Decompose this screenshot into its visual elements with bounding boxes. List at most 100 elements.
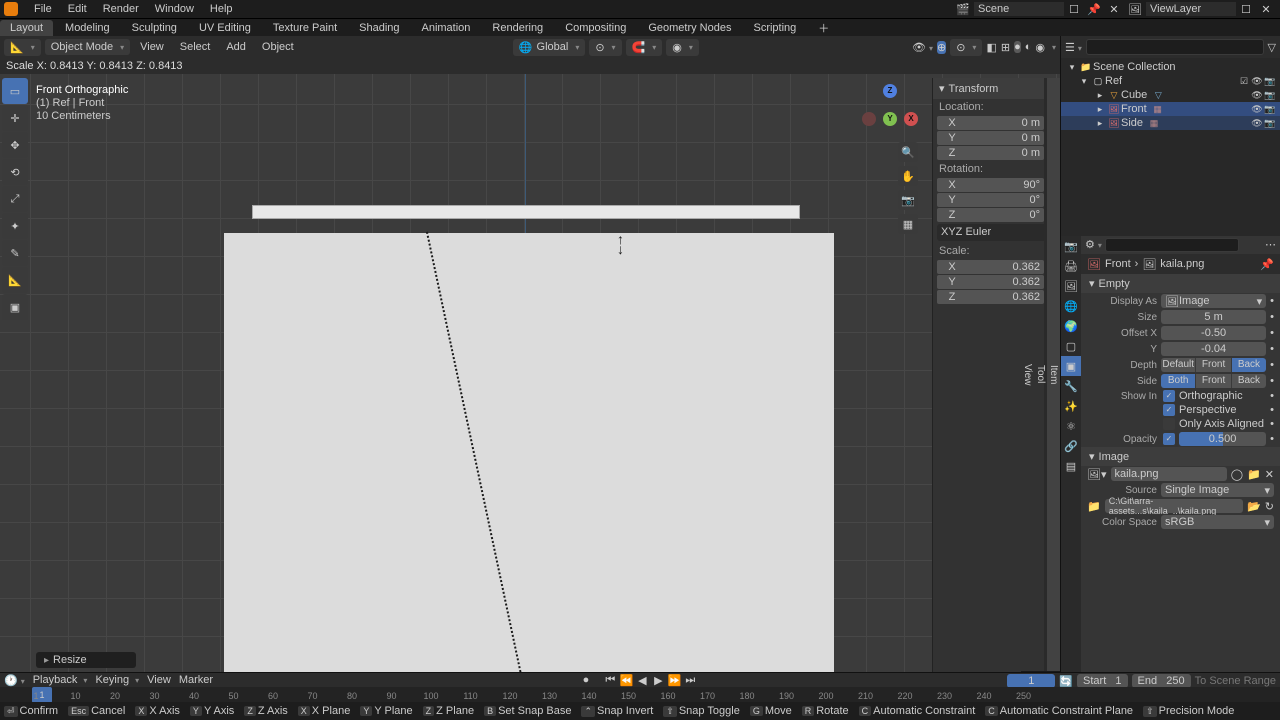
tool-scale[interactable]: ⤢ [2,186,28,212]
viewlayer-name-input[interactable] [1146,2,1236,16]
perspective-toggle-button[interactable]: ▦ [898,214,918,234]
current-frame-field[interactable]: 1 [1007,674,1055,688]
pin-icon[interactable]: 📌 [1260,258,1274,271]
outliner-search-input[interactable] [1086,39,1264,55]
checkbox-icon[interactable]: ☑ [1238,76,1250,87]
navigation-gizmo[interactable]: Z X Y [862,84,918,140]
tool-measure[interactable]: 📐 [2,267,28,293]
xray-button[interactable]: ◧ [986,41,996,54]
show-perspective-checkbox[interactable]: ✓Perspective [1161,404,1236,416]
jump-end-button[interactable]: ⏭ [683,674,697,686]
prop-tab-scene[interactable]: 🌐 [1061,296,1081,316]
side-both-button[interactable]: Both [1161,374,1196,388]
vp-menu-select[interactable]: Select [174,41,217,53]
tab-rendering[interactable]: Rendering [482,20,553,36]
prop-tab-physics[interactable]: ⚛ [1061,416,1081,436]
n-tab-item[interactable]: Item [1047,78,1060,672]
reload-button[interactable]: ↻ [1265,500,1274,513]
shading-solid-button[interactable]: ● [1014,41,1021,53]
timeline-playback-menu[interactable]: Playback [33,674,88,686]
n-tab-view[interactable]: View [1021,78,1034,672]
gizmo-y-axis[interactable]: Y [883,112,897,126]
source-dropdown[interactable]: Single Image▾ [1161,483,1274,497]
render-icon[interactable]: 📷 [1264,104,1276,115]
n-tab-tool[interactable]: Tool [1034,78,1047,672]
open-image-button[interactable]: 📁 [1247,468,1261,481]
shading-matprev-button[interactable]: ◐ [1025,41,1032,53]
side-front-button[interactable]: Front [1196,374,1231,388]
scene-new-button[interactable]: ☐ [1065,0,1083,18]
menu-window[interactable]: Window [147,3,202,15]
gizmo-neg-x-axis[interactable] [862,112,876,126]
tool-move[interactable]: ✥ [2,132,28,158]
tab-sculpting[interactable]: Sculpting [122,20,187,36]
outliner-row-collection[interactable]: ▾▢Ref☑👁📷 [1061,74,1280,88]
prop-tab-output[interactable]: 🖨 [1061,256,1081,276]
depth-front-button[interactable]: Front [1196,358,1231,372]
play-reverse-button[interactable]: ◀ [635,674,649,686]
tool-transform[interactable]: ✦ [2,213,28,239]
proportional-dropdown[interactable]: ◉ [666,39,699,56]
editor-type-dropdown[interactable]: 📐 [4,39,41,56]
zoom-button[interactable]: 🔍 [898,142,918,162]
tab-scripting[interactable]: Scripting [743,20,806,36]
prop-tab-world[interactable]: 🌍 [1061,316,1081,336]
prop-tab-object[interactable]: ▣ [1061,356,1081,376]
prop-tab-render[interactable]: 📷 [1061,236,1081,256]
prop-tab-collection[interactable]: ▢ [1061,336,1081,356]
render-icon[interactable]: 📷 [1264,118,1276,129]
show-gizmo-button[interactable]: 👁 [912,41,933,54]
menu-edit[interactable]: Edit [60,3,95,15]
tool-select-box[interactable]: ▭ [2,78,28,104]
outliner-row-scene-collection[interactable]: ▾📁Scene Collection [1061,60,1280,74]
depth-default-button[interactable]: Default [1161,358,1196,372]
image-name-field[interactable]: kaila.png [1111,467,1227,481]
vp-menu-view[interactable]: View [134,41,170,53]
tool-annotate[interactable]: ✎ [2,240,28,266]
jump-start-button[interactable]: ⏮ [603,674,617,686]
offset-x-field[interactable]: -0.50 [1161,326,1266,340]
timeline-marker-menu[interactable]: Marker [179,674,213,686]
fake-user-button[interactable]: ◯ [1231,468,1243,481]
vp-menu-object[interactable]: Object [256,41,300,53]
outliner-row-front[interactable]: ▸🖼Front▦👁📷 [1061,102,1280,116]
tab-texture-paint[interactable]: Texture Paint [263,20,347,36]
prop-tab-particles[interactable]: ✨ [1061,396,1081,416]
tab-add-workspace[interactable]: ＋ [808,18,839,38]
pan-button[interactable]: ✋ [898,166,918,186]
unlink-image-button[interactable]: ✕ [1265,468,1274,481]
opacity-enable-checkbox[interactable]: ✓ [1163,433,1175,445]
tab-layout[interactable]: Layout [0,20,53,36]
timeline-editor-icon[interactable]: 🕐 [4,674,25,687]
render-icon[interactable]: 📷 [1264,76,1276,87]
vp-menu-add[interactable]: Add [220,41,252,53]
properties-options-icon[interactable]: ⋯ [1265,238,1276,251]
jump-prev-key-button[interactable]: ⏪ [619,674,633,686]
render-icon[interactable]: 📷 [1264,90,1276,101]
prop-tab-constraints[interactable]: 🔗 [1061,436,1081,456]
colorspace-dropdown[interactable]: sRGB▾ [1161,515,1274,529]
tab-geometry-nodes[interactable]: Geometry Nodes [638,20,741,36]
shading-wireframe-button[interactable]: ⊞ [1001,41,1010,54]
tab-shading[interactable]: Shading [349,20,409,36]
display-as-dropdown[interactable]: 🖼 Image▾ [1161,294,1266,308]
to-scene-range-button[interactable]: To Scene Range [1195,675,1276,687]
overlay-dropdown[interactable]: ⊙ [950,39,982,56]
tool-rotate[interactable]: ⟲ [2,159,28,185]
menu-render[interactable]: Render [95,3,147,15]
tab-compositing[interactable]: Compositing [555,20,636,36]
timeline-view-menu[interactable]: View [147,674,171,686]
orientation-dropdown[interactable]: 🌐 Global [513,39,586,56]
scene-name-input[interactable] [974,2,1064,16]
tab-uv-editing[interactable]: UV Editing [189,20,261,36]
only-axis-aligned-checkbox[interactable]: Only Axis Aligned [1161,418,1264,430]
timeline-ruler[interactable]: 1 11020304050607080901001101201301401501… [0,687,1280,703]
image-datablock-icon[interactable]: 🖼▾ [1087,468,1107,481]
properties-search-input[interactable] [1105,238,1239,252]
outliner-row-cube[interactable]: ▸▽Cube▽👁📷 [1061,88,1280,102]
eye-icon[interactable]: 👁 [1251,104,1263,115]
prop-tab-viewlayer[interactable]: 🖼 [1061,276,1081,296]
gizmo-z-axis[interactable]: Z [883,84,897,98]
tab-animation[interactable]: Animation [412,20,481,36]
last-operator-hint[interactable]: ▸ Resize [36,652,136,668]
